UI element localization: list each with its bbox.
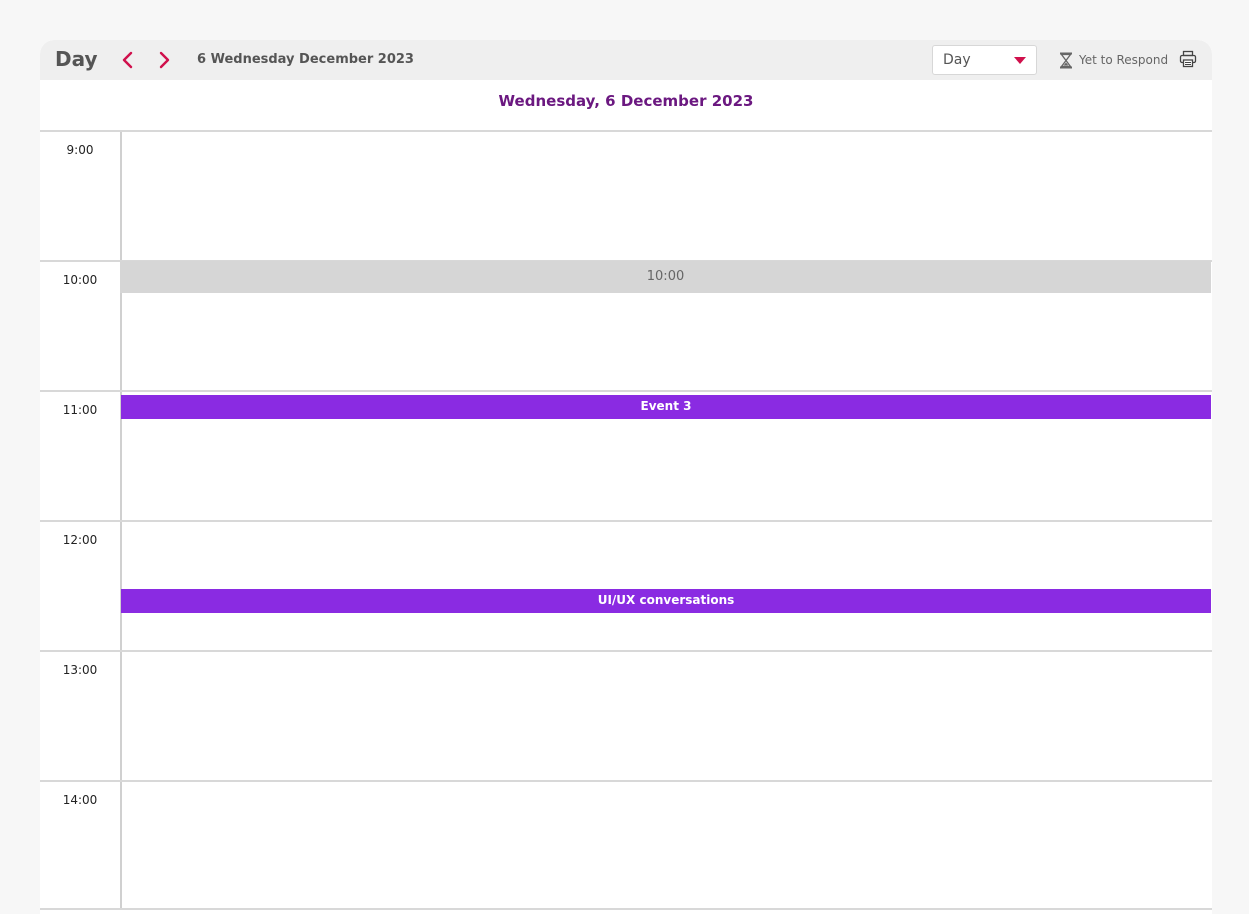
time-label: 10:00 [62, 273, 98, 287]
print-button[interactable] [1179, 50, 1197, 72]
hourglass-icon [1060, 52, 1072, 69]
day-header: Wednesday, 6 December 2023 [498, 92, 754, 110]
view-title: Day [55, 47, 98, 71]
event-item[interactable]: Event 3 [121, 395, 1211, 419]
calendar: Day 6 Wednesday December 2023 Day Yet to… [40, 40, 1212, 914]
current-time-marker: 10:00 [120, 261, 1211, 293]
time-slot[interactable] [120, 522, 1212, 650]
time-label: 11:00 [62, 403, 98, 417]
time-row: 13:00 [40, 650, 1212, 780]
time-label: 13:00 [62, 663, 98, 677]
printer-icon [1179, 50, 1197, 68]
time-slot[interactable] [120, 652, 1212, 780]
time-row: 12:00 [40, 520, 1212, 650]
chevron-left-icon [122, 51, 133, 69]
time-label: 14:00 [62, 793, 98, 807]
prev-button[interactable] [118, 50, 138, 70]
current-date-label[interactable]: 6 Wednesday December 2023 [197, 52, 414, 67]
time-slot[interactable] [120, 782, 1212, 910]
grid-bottom-border [40, 908, 1212, 910]
time-label: 9:00 [66, 143, 94, 157]
time-row: 14:00 [40, 780, 1212, 910]
next-button[interactable] [154, 50, 174, 70]
event-item[interactable]: UI/UX conversations [121, 589, 1211, 613]
chevron-right-icon [159, 51, 170, 69]
view-select-value: Day [943, 52, 971, 68]
time-label: 12:00 [62, 533, 98, 547]
yet-to-respond-label: Yet to Respond [1079, 53, 1169, 67]
time-grid: 9:00 10:00 11:00 12:00 13:00 14:00 10:00… [40, 130, 1212, 910]
calendar-toolbar: Day 6 Wednesday December 2023 Day Yet to… [40, 40, 1212, 80]
time-row: 9:00 [40, 130, 1212, 260]
view-select[interactable]: Day [932, 45, 1037, 75]
time-slot[interactable] [120, 132, 1212, 260]
caret-down-icon [1014, 57, 1026, 64]
